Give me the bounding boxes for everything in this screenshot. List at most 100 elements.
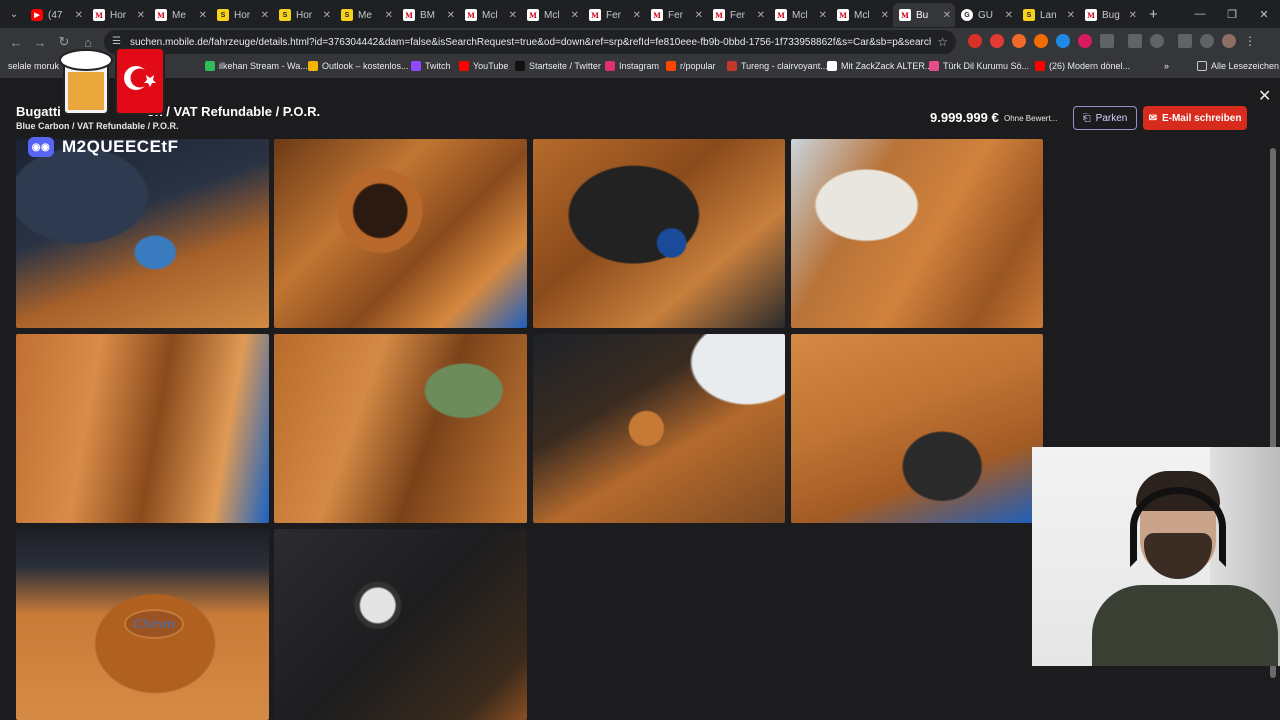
- discord-overlay: ◉◉ M2QUEECEtF: [28, 134, 178, 160]
- menu-list-icon[interactable]: [1178, 34, 1192, 48]
- tab-label: Hor: [296, 9, 313, 21]
- gallery-photo[interactable]: [533, 334, 785, 523]
- gallery-photo[interactable]: [274, 334, 527, 523]
- close-gallery-icon[interactable]: ✕: [1258, 86, 1271, 106]
- tab-label: BM: [420, 9, 435, 21]
- browser-tab[interactable]: G GU ✕: [955, 3, 1017, 27]
- browser-tab[interactable]: M Mcl ✕: [521, 3, 583, 27]
- address-bar[interactable]: ☰ suchen.mobile.de/fahrzeuge/details.htm…: [104, 30, 956, 54]
- tab-search-menu-button[interactable]: ⌄: [3, 4, 25, 24]
- all-bookmarks-label: Alle Lesezeichen: [1211, 61, 1280, 71]
- minimize-button[interactable]: —: [1184, 0, 1216, 28]
- g-icon: G: [961, 9, 973, 21]
- park-label: Parken: [1095, 112, 1128, 124]
- browser-tab[interactable]: M BM ✕: [397, 3, 459, 27]
- browser-tab[interactable]: M Bug ✕: [1079, 3, 1141, 27]
- browser-tab[interactable]: M Me ✕: [149, 3, 211, 27]
- extension-icon[interactable]: [1012, 34, 1026, 48]
- mail-icon: ✉: [1148, 112, 1157, 124]
- bookmarks-more-button[interactable]: »: [1164, 61, 1169, 71]
- browser-tab[interactable]: M Bu ✕: [893, 3, 955, 27]
- youtube-icon: ▶: [31, 9, 43, 21]
- puzzle-icon[interactable]: [1100, 34, 1114, 48]
- browser-tab[interactable]: M Hor ✕: [87, 3, 149, 27]
- bookmark-item[interactable]: Startseite / Twitter: [515, 61, 601, 71]
- close-tab-icon[interactable]: ✕: [385, 10, 393, 21]
- browser-tab[interactable]: ▶ (47 ✕: [25, 3, 87, 27]
- close-tab-icon[interactable]: ✕: [943, 10, 951, 21]
- bookmark-item[interactable]: Instagram: [605, 61, 659, 71]
- tab-label: Fer: [606, 9, 621, 21]
- bookmark-item[interactable]: YouTube: [459, 61, 508, 71]
- browser-tab[interactable]: S Lan ✕: [1017, 3, 1079, 27]
- bookmark-item[interactable]: Outlook – kostenlos...: [308, 61, 409, 71]
- gallery-photo[interactable]: Chiron: [16, 529, 269, 720]
- s-icon: S: [217, 9, 229, 21]
- close-tab-icon[interactable]: ✕: [571, 10, 579, 21]
- bookmark-item[interactable]: selale moruk: [8, 61, 59, 71]
- browser-tab[interactable]: M Fer ✕: [645, 3, 707, 27]
- bookmark-icon: ⎗: [1082, 112, 1091, 124]
- bookmark-item[interactable]: ilkehan Stream - Wa...: [205, 61, 308, 71]
- bookmark-item[interactable]: (26) Modern dönel...: [1035, 61, 1130, 71]
- bookmark-item[interactable]: r/popular: [666, 61, 716, 71]
- close-tab-icon[interactable]: ✕: [509, 10, 517, 21]
- gallery-photo[interactable]: [791, 334, 1043, 523]
- close-tab-icon[interactable]: ✕: [695, 10, 703, 21]
- sidepanel-icon[interactable]: [1128, 34, 1142, 48]
- bookmark-item[interactable]: Tureng - clairvoyant...: [727, 61, 828, 71]
- close-tab-icon[interactable]: ✕: [137, 10, 145, 21]
- gallery-photo[interactable]: [791, 139, 1043, 328]
- gallery-photo[interactable]: [16, 334, 269, 523]
- close-window-button[interactable]: ✕: [1248, 0, 1280, 28]
- bookmark-star-icon[interactable]: ☆: [937, 35, 948, 49]
- close-tab-icon[interactable]: ✕: [1129, 10, 1137, 21]
- extension-icon[interactable]: [1034, 34, 1048, 48]
- extension-icon[interactable]: [990, 34, 1004, 48]
- browser-tab[interactable]: M Mcl ✕: [459, 3, 521, 27]
- tab-label: Bug: [1102, 9, 1120, 21]
- browser-tab[interactable]: S Hor ✕: [211, 3, 273, 27]
- downloads-icon[interactable]: [1150, 34, 1164, 48]
- close-tab-icon[interactable]: ✕: [447, 10, 455, 21]
- gallery-photo[interactable]: [274, 529, 527, 720]
- forward-button[interactable]: →: [28, 30, 52, 54]
- gallery-photo[interactable]: [274, 139, 527, 328]
- browser-tab[interactable]: S Me ✕: [335, 3, 397, 27]
- bookmark-favicon-icon: [929, 61, 939, 71]
- close-tab-icon[interactable]: ✕: [1067, 10, 1075, 21]
- more-menu-icon[interactable]: ⋮: [1244, 34, 1256, 48]
- close-tab-icon[interactable]: ✕: [75, 10, 83, 21]
- gallery-photo[interactable]: [533, 139, 785, 328]
- tab-label: (47: [48, 9, 63, 21]
- close-tab-icon[interactable]: ✕: [1005, 10, 1013, 21]
- extension-icon[interactable]: [1078, 34, 1092, 48]
- browser-tab[interactable]: S Hor ✕: [273, 3, 335, 27]
- bookmark-item[interactable]: Türk Dil Kurumu Sö...: [929, 61, 1029, 71]
- close-tab-icon[interactable]: ✕: [633, 10, 641, 21]
- park-button[interactable]: ⎗ Parken: [1073, 106, 1137, 130]
- extension-icon[interactable]: [968, 34, 982, 48]
- bookmark-item[interactable]: Twitch: [411, 61, 451, 71]
- close-tab-icon[interactable]: ✕: [819, 10, 827, 21]
- gallery-photo[interactable]: [16, 139, 269, 328]
- all-bookmarks-button[interactable]: Alle Lesezeichen: [1197, 61, 1279, 71]
- maximize-button[interactable]: ❐: [1216, 0, 1248, 28]
- close-tab-icon[interactable]: ✕: [261, 10, 269, 21]
- browser-tab[interactable]: M Mcl ✕: [769, 3, 831, 27]
- listing-subtitle: Blue Carbon / VAT Refundable / P.O.R.: [16, 121, 179, 131]
- close-tab-icon[interactable]: ✕: [881, 10, 889, 21]
- media-icon[interactable]: [1200, 34, 1214, 48]
- close-tab-icon[interactable]: ✕: [199, 10, 207, 21]
- email-button[interactable]: ✉ E-Mail schreiben: [1143, 106, 1247, 130]
- close-tab-icon[interactable]: ✕: [757, 10, 765, 21]
- close-tab-icon[interactable]: ✕: [323, 10, 331, 21]
- bookmark-item[interactable]: Mit ZackZack ALTER...: [827, 61, 932, 71]
- new-tab-button[interactable]: +: [1149, 6, 1158, 23]
- browser-tab[interactable]: M Mcl ✕: [831, 3, 893, 27]
- back-button[interactable]: ←: [4, 30, 28, 54]
- profile-avatar[interactable]: [1222, 34, 1236, 48]
- browser-tab[interactable]: M Fer ✕: [707, 3, 769, 27]
- extension-icon[interactable]: [1056, 34, 1070, 48]
- browser-tab[interactable]: M Fer ✕: [583, 3, 645, 27]
